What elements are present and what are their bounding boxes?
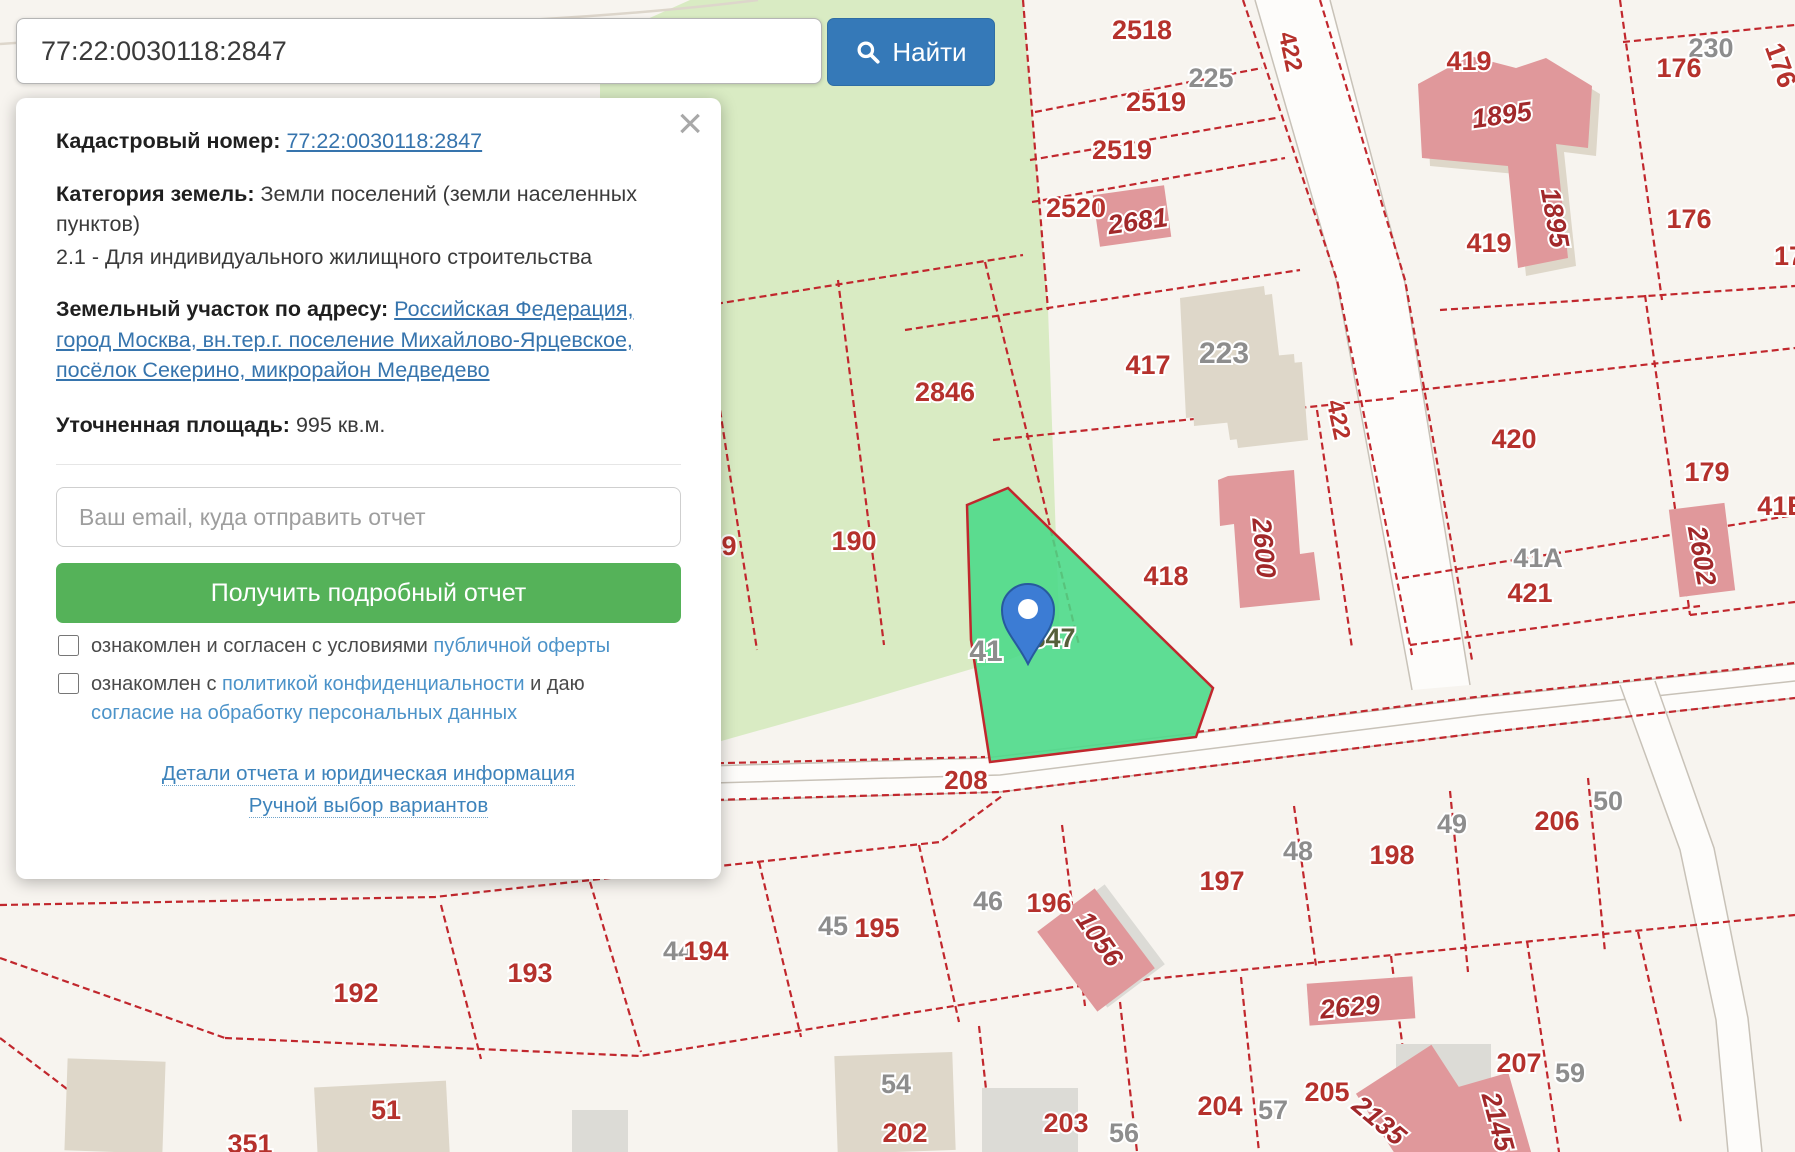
- category-row: Категория земель: Земли поселений (земли…: [56, 179, 681, 240]
- parcel-label: 176: [1656, 53, 1701, 83]
- personal-data-link[interactable]: согласие на обработку персональных данны…: [91, 702, 517, 724]
- parcel-label: 51: [371, 1095, 401, 1125]
- parcel-label: 41А: [1513, 543, 1563, 573]
- parcel-label: 205: [1304, 1077, 1349, 1107]
- parcel-label: 197: [1199, 866, 1244, 896]
- map-pin-hole: [1018, 599, 1038, 619]
- category-label: Категория земель:: [56, 181, 255, 206]
- parcel-label: 41: [969, 635, 1002, 668]
- parcel-label: 57: [1258, 1095, 1288, 1125]
- area-value: 995 кв.м.: [295, 412, 386, 437]
- parcel-label: 54: [881, 1069, 911, 1099]
- parcel-label: 225: [1188, 63, 1233, 93]
- area-row: Уточненная площадь: 995 кв.м.: [56, 410, 681, 441]
- parcel-label: 194: [683, 936, 728, 966]
- parcel-label: 179: [1684, 457, 1729, 487]
- parcel-label: 2520: [1046, 193, 1106, 223]
- report-details-link[interactable]: Детали отчета и юридическая информация: [161, 762, 576, 787]
- search-input[interactable]: [16, 18, 822, 84]
- parcel-label: 2519: [1092, 135, 1152, 165]
- parcel-label: 190: [831, 526, 876, 556]
- parcel-label: 203: [1043, 1108, 1088, 1138]
- parcel-label: 420: [1491, 424, 1536, 454]
- parcel-label: 204: [1197, 1091, 1242, 1121]
- building: [64, 1058, 166, 1152]
- close-icon[interactable]: ×: [677, 99, 703, 148]
- parcel-label: 419: [1446, 46, 1491, 76]
- privacy-text-1: ознакомлен с: [91, 673, 223, 696]
- privacy-checkbox[interactable]: [58, 673, 79, 695]
- public-offer-link[interactable]: публичной оферты: [433, 635, 610, 657]
- parcel-label: 50: [1593, 786, 1623, 816]
- parcel-label: 419: [1466, 228, 1511, 258]
- offer-checkbox-label: ознакомлен и согласен с условиями публич…: [91, 632, 610, 661]
- offer-checkbox-row: ознакомлен и согласен с условиями публич…: [56, 632, 681, 661]
- parcel-label: 56: [1109, 1118, 1139, 1148]
- privacy-checkbox-row: ознакомлен с политикой конфиденциальност…: [56, 670, 681, 728]
- parcel-label: 49: [1437, 809, 1467, 839]
- parcel-label: 41Б: [1757, 491, 1795, 521]
- privacy-policy-link[interactable]: политикой конфиденциальности: [222, 673, 524, 695]
- parcel-label: 208: [944, 765, 987, 795]
- parcel-label: 417: [1125, 350, 1170, 380]
- parcel-label: 207: [1496, 1048, 1541, 1078]
- category-code-row: 2.1 - Для индивидуального жилищного стро…: [56, 242, 681, 273]
- get-report-button[interactable]: Получить подробный отчет: [56, 563, 681, 624]
- privacy-text-2: и даю: [524, 673, 585, 696]
- parcel-label: 2518: [1112, 15, 1172, 45]
- cadastral-number-row: Кадастровый номер: 77:22:0030118:2847: [56, 126, 681, 157]
- parcel-label: 351: [227, 1129, 272, 1152]
- privacy-checkbox-label: ознакомлен с политикой конфиденциальност…: [91, 670, 585, 728]
- cadastral-number-link[interactable]: 77:22:0030118:2847: [286, 129, 482, 153]
- parcel-label: 195: [854, 913, 899, 943]
- parcel-label: 17: [1774, 241, 1795, 271]
- manual-select-link[interactable]: Ручной выбор вариантов: [248, 793, 489, 818]
- parcel-label: 192: [333, 978, 378, 1008]
- parcel-label: 198: [1369, 840, 1414, 870]
- building: [572, 1110, 628, 1152]
- address-row: Земельный участок по адресу: Российская …: [56, 294, 681, 386]
- parcel-info-panel: × Кадастровый номер: 77:22:0030118:2847 …: [16, 98, 721, 879]
- parcel-label: 59: [1555, 1058, 1585, 1088]
- parcel-label: 48: [1283, 836, 1313, 866]
- parcel-label: 206: [1534, 806, 1579, 836]
- parcel-label: 2519: [1126, 87, 1186, 117]
- parcel-label: 202: [882, 1118, 927, 1148]
- search-icon: [857, 41, 880, 64]
- parcel-label: 2600: [1246, 516, 1281, 579]
- address-label: Земельный участок по адресу:: [56, 297, 389, 322]
- parcel-label: 176: [1666, 204, 1711, 234]
- search-button-label: Найти: [892, 36, 967, 67]
- offer-checkbox[interactable]: [58, 635, 79, 657]
- parcel-label: 421: [1507, 578, 1552, 608]
- parcel-label: 9: [721, 531, 736, 561]
- area-label: Уточненная площадь:: [56, 412, 290, 437]
- parcel-label: 2846: [915, 377, 975, 407]
- divider: [56, 464, 681, 466]
- email-field[interactable]: [56, 487, 681, 548]
- offer-text: ознакомлен и согласен с условиями: [91, 635, 434, 658]
- parcel-label: 223: [1199, 337, 1249, 370]
- parcel-label: 2629: [1318, 990, 1381, 1025]
- app-window: 2518 225 2519 2519 2520 2681 422 419 1895 1895 230…: [0, 0, 1795, 1152]
- parcel-label: 418: [1143, 561, 1188, 591]
- parcel-label: 196: [1026, 888, 1071, 918]
- parcel-label: 46: [973, 886, 1003, 916]
- footer-links: Детали отчета и юридическая информация Р…: [56, 758, 681, 822]
- parcel-label: 45: [818, 911, 848, 941]
- parcel-label: 193: [507, 958, 552, 988]
- search-button[interactable]: Найти: [827, 18, 995, 86]
- search-bar: Найти: [16, 18, 995, 86]
- category-code: 2.1 - Для индивидуального жилищного стро…: [56, 244, 593, 269]
- cadastral-number-label: Кадастровый номер:: [56, 129, 281, 153]
